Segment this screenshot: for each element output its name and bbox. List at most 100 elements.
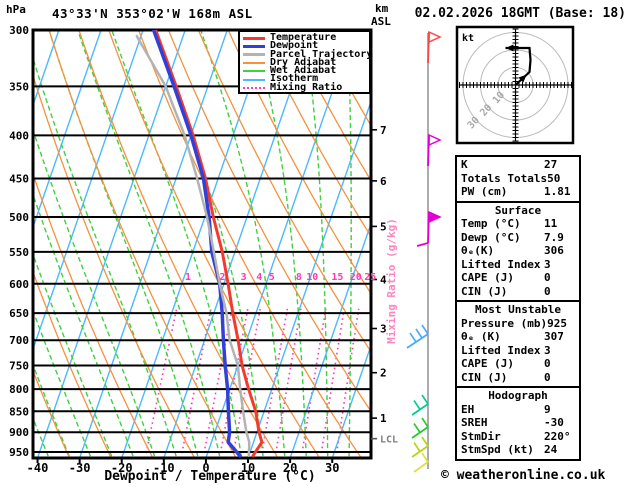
dry-adiabat-line bbox=[585, 29, 629, 464]
table-row-value: 9 bbox=[544, 402, 551, 416]
pressure-label: 350 bbox=[9, 80, 29, 93]
pressure-unit-label: hPa bbox=[6, 3, 26, 16]
table-row-label: Totals Totals bbox=[461, 171, 548, 185]
x-tick-label: -40 bbox=[27, 461, 49, 475]
table-row-value: 0 bbox=[544, 284, 551, 298]
table-row-label: Dewp (°C) bbox=[461, 230, 521, 244]
table-row-value: 7.9 bbox=[544, 230, 564, 244]
table-row: Totals Totals 50 bbox=[457, 172, 579, 186]
pressure-label: 450 bbox=[9, 172, 29, 185]
table-row: SREH -30 bbox=[457, 416, 579, 430]
table-row: Lifted Index 3 bbox=[457, 258, 579, 272]
table-row-value: 306 bbox=[544, 244, 564, 257]
copyright: © weatheronline.co.uk bbox=[441, 468, 606, 483]
table-row-label: K bbox=[461, 158, 468, 171]
table-section: Hodograph EH 9 SREH -30 StmDir 220° StmSpd (kt)… bbox=[457, 386, 579, 459]
indices-table: K 27 Totals Totals 50 PW (cm) 1.81 Surface Temp… bbox=[455, 155, 581, 461]
table-row: StmDir 220° bbox=[457, 430, 579, 444]
table-row: CIN (J) 0 bbox=[457, 285, 579, 299]
table-row: Lifted Index 3 bbox=[457, 344, 579, 358]
km-tick-label: 7 bbox=[380, 124, 387, 137]
table-section: Most Unstable Pressure (mb) 925 θₑ (K) 307 Li… bbox=[457, 300, 579, 386]
mixing-ratio-value-label: 10 bbox=[306, 272, 318, 283]
hodograph: 102030kt bbox=[455, 25, 575, 145]
table-row: CAPE (J) 0 bbox=[457, 271, 579, 285]
table-row-label: EH bbox=[461, 402, 475, 416]
mixing-ratio-value-label: 1 bbox=[185, 272, 191, 283]
table-row-label: CIN (J) bbox=[461, 370, 508, 384]
table-row-label: Lifted Index bbox=[461, 257, 541, 271]
isotherm-line bbox=[36, 30, 186, 458]
table-section-title: Most Unstable bbox=[474, 303, 562, 316]
table-row-label: Temp (°C) bbox=[461, 217, 521, 230]
lcl-label: LCL bbox=[380, 435, 398, 446]
table-row-value: 925 bbox=[547, 316, 567, 330]
pressure-label: 800 bbox=[9, 383, 29, 396]
pressure-label: 700 bbox=[9, 334, 29, 347]
legend-swatch-temperature bbox=[243, 36, 265, 40]
mixing-ratio-value-label: 20 bbox=[350, 272, 362, 283]
mixing-ratio-value-label: 3 bbox=[241, 272, 247, 283]
table-row: θₑ (K) 307 bbox=[457, 330, 579, 344]
wind-barb bbox=[427, 30, 442, 64]
pressure-label: 650 bbox=[9, 307, 29, 320]
table-row-value: 3 bbox=[544, 257, 551, 271]
mixing-ratio-value-label: 4 bbox=[256, 272, 262, 283]
table-row: θₑ(K) 306 bbox=[457, 244, 579, 258]
table-row-value: 0 bbox=[544, 370, 551, 384]
isotherm-grid bbox=[33, 30, 371, 458]
altitude-unit-km-label: km bbox=[375, 2, 389, 15]
pressure-label: 600 bbox=[9, 278, 29, 291]
table-row-value: 0 bbox=[544, 357, 551, 370]
wind-barb bbox=[406, 324, 429, 349]
dry-adiabat-line bbox=[615, 29, 629, 464]
table-row: Pressure (mb) 925 bbox=[457, 317, 579, 331]
table-row-label: PW (cm) bbox=[461, 185, 508, 198]
legend-swatch-isotherm bbox=[243, 78, 265, 81]
km-tick-label: 2 bbox=[380, 367, 387, 380]
table-row-label: CIN (J) bbox=[461, 284, 508, 298]
table-section: K 27 Totals Totals 50 PW (cm) 1.81 bbox=[457, 157, 579, 201]
altitude-unit-asl-label: ASL bbox=[371, 15, 391, 28]
table-row-value: 1.81 bbox=[544, 185, 571, 198]
table-section: Surface Temp (°C) 11 Dewp (°C) 7.9 θₑ(K) 306 Li… bbox=[457, 200, 579, 301]
pressure-label: 500 bbox=[9, 211, 29, 224]
table-row-value: 27 bbox=[544, 158, 558, 171]
table-row-value: 220° bbox=[544, 429, 571, 443]
table-row-label: θₑ(K) bbox=[461, 244, 495, 257]
table-row: CIN (J) 0 bbox=[457, 371, 579, 385]
legend-swatch-dry-adiabat bbox=[243, 62, 265, 65]
pressure-label: 400 bbox=[9, 129, 29, 142]
pressure-label: 300 bbox=[9, 24, 29, 37]
pressure-label: 750 bbox=[9, 359, 29, 372]
table-row: PW (cm) 1.81 bbox=[457, 185, 579, 199]
wind-barb bbox=[411, 417, 429, 439]
mixing-ratio-value-label: 2 bbox=[219, 272, 225, 283]
km-tick-label: 1 bbox=[380, 412, 387, 425]
legend-swatch-wet-adiabat bbox=[243, 70, 265, 73]
legend-item: Mixing Ratio bbox=[243, 82, 369, 92]
sounding-page: 300 350 400 450 500 550 600 650 700 750 800 850 900 9… bbox=[0, 0, 629, 486]
table-section-title: Hodograph bbox=[488, 389, 548, 402]
table-row: StmSpd (kt) 24 bbox=[457, 443, 579, 457]
page-title: 43°33'N 353°02'W 168m ASL bbox=[52, 6, 253, 21]
dry-adiabat-line bbox=[33, 73, 196, 458]
pressure-label: 550 bbox=[9, 246, 29, 259]
wind-barb-column bbox=[406, 30, 442, 473]
pressure-label: 950 bbox=[9, 446, 29, 459]
legend-swatch-dewpoint bbox=[243, 44, 265, 48]
table-row-label: StmSpd (kt) bbox=[461, 443, 534, 456]
table-row-value: 50 bbox=[547, 171, 561, 185]
table-row-value: 24 bbox=[544, 443, 558, 456]
table-row: CAPE (J) 0 bbox=[457, 357, 579, 371]
table-row: Temp (°C) 11 bbox=[457, 217, 579, 231]
table-row-label: CAPE (J) bbox=[461, 271, 514, 284]
mixing-ratio-value-label: 15 bbox=[331, 272, 343, 283]
table-row-label: θₑ (K) bbox=[461, 330, 501, 343]
table-row-label: Pressure (mb) bbox=[461, 316, 548, 330]
wind-barb bbox=[411, 394, 429, 416]
table-row-label: Lifted Index bbox=[461, 343, 541, 357]
wind-barb bbox=[413, 452, 429, 473]
table-row-label: CAPE (J) bbox=[461, 357, 514, 370]
legend-swatch-mixing-ratio bbox=[243, 86, 265, 89]
